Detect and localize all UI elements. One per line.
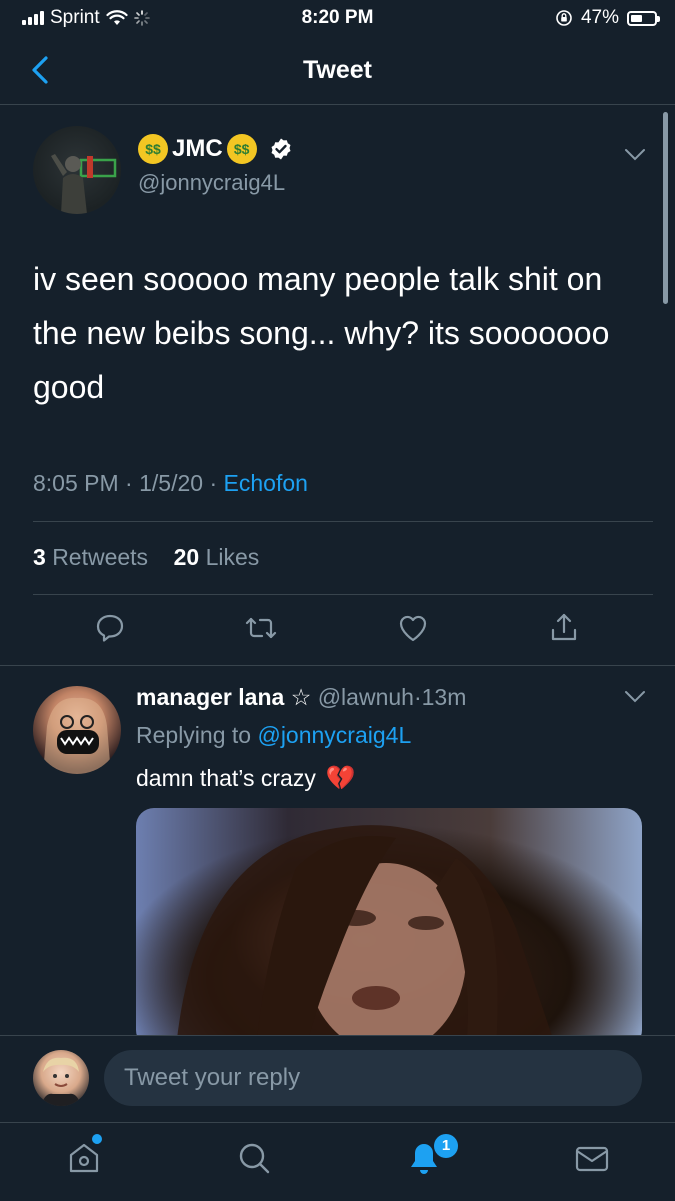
author-handle[interactable]: @jonnycraig4L [138, 170, 285, 196]
reply-text-row: damn that’s crazy 💔 [136, 764, 356, 793]
reply-header: manager lana ☆ @lawnuh·13m [136, 684, 466, 711]
reply-author-avatar[interactable] [33, 686, 121, 774]
avatar-image [43, 697, 111, 774]
notifications-badge: 1 [434, 1134, 458, 1158]
replying-handle-link[interactable]: @jonnycraig4L [257, 722, 411, 748]
tweet-source-link[interactable]: Echofon [224, 470, 308, 496]
likes-label: Likes [205, 544, 260, 570]
retweets-label: Retweets [52, 544, 149, 570]
verified-badge-icon [271, 138, 291, 160]
likes-stat[interactable]: 20 Likes [174, 544, 260, 570]
author-display-name: JMC [172, 135, 223, 162]
replying-to: Replying to @jonnycraig4L [136, 722, 411, 749]
home-notification-dot [92, 1134, 102, 1144]
orientation-lock-icon [556, 10, 572, 26]
media-content [176, 825, 556, 1048]
star-icon: ☆ [290, 684, 312, 710]
current-user-avatar[interactable] [33, 1050, 89, 1106]
status-bar: Sprint 8:20 PM 47% [0, 0, 675, 38]
like-icon[interactable] [397, 612, 429, 644]
retweet-icon[interactable] [245, 612, 277, 644]
home-icon[interactable] [66, 1140, 102, 1176]
chevron-down-icon[interactable] [624, 148, 646, 162]
reply-author-handle[interactable]: @lawnuh [318, 684, 414, 710]
author-name-row[interactable]: $$ JMC $$ [138, 134, 293, 164]
reply-media-image[interactable] [136, 808, 642, 1048]
battery-percent: 47% [580, 7, 619, 28]
broken-heart-emoji: 💔 [325, 765, 356, 792]
reply-icon[interactable] [94, 612, 126, 644]
reply-text: damn that’s crazy [136, 765, 316, 791]
replying-label: Replying to [136, 722, 252, 748]
divider [33, 594, 653, 595]
tweet-date: 1/5/20 [139, 470, 204, 496]
scrollbar[interactable] [663, 112, 668, 304]
divider [33, 521, 653, 522]
header: Tweet [0, 38, 675, 105]
retweets-count: 3 [33, 544, 46, 570]
page-title: Tweet [303, 56, 372, 84]
tweet-meta: 8:05 PM · 1/5/20 · Echofon [33, 470, 308, 497]
share-icon[interactable] [548, 612, 580, 644]
divider [0, 665, 675, 666]
meta-separator: · [125, 470, 133, 496]
messages-icon[interactable] [574, 1140, 610, 1176]
meta-separator: · [209, 470, 218, 496]
avatar-image [41, 1057, 81, 1106]
chevron-down-icon[interactable] [624, 690, 646, 704]
reply-input[interactable] [104, 1050, 642, 1106]
meta-separator: · [413, 684, 422, 710]
tweet-text: iv seen sooooo many people talk shit on … [33, 261, 610, 405]
likes-count: 20 [173, 544, 200, 570]
avatar-image [51, 154, 117, 214]
money-face-emoji-icon: $$ [138, 134, 168, 164]
reply-author-name[interactable]: manager lana [136, 684, 284, 710]
author-avatar[interactable] [33, 126, 121, 214]
tweet-time: 8:05 PM [33, 470, 119, 496]
battery-area: 47% [555, 7, 660, 29]
retweets-stat[interactable]: 3 Retweets [33, 544, 148, 570]
search-icon[interactable] [236, 1140, 272, 1176]
money-face-emoji-icon: $$ [226, 134, 257, 164]
tweet-stats: 3 Retweets 20 Likes [33, 544, 259, 571]
battery-icon [627, 10, 660, 26]
reply-age: 13m [421, 684, 467, 710]
